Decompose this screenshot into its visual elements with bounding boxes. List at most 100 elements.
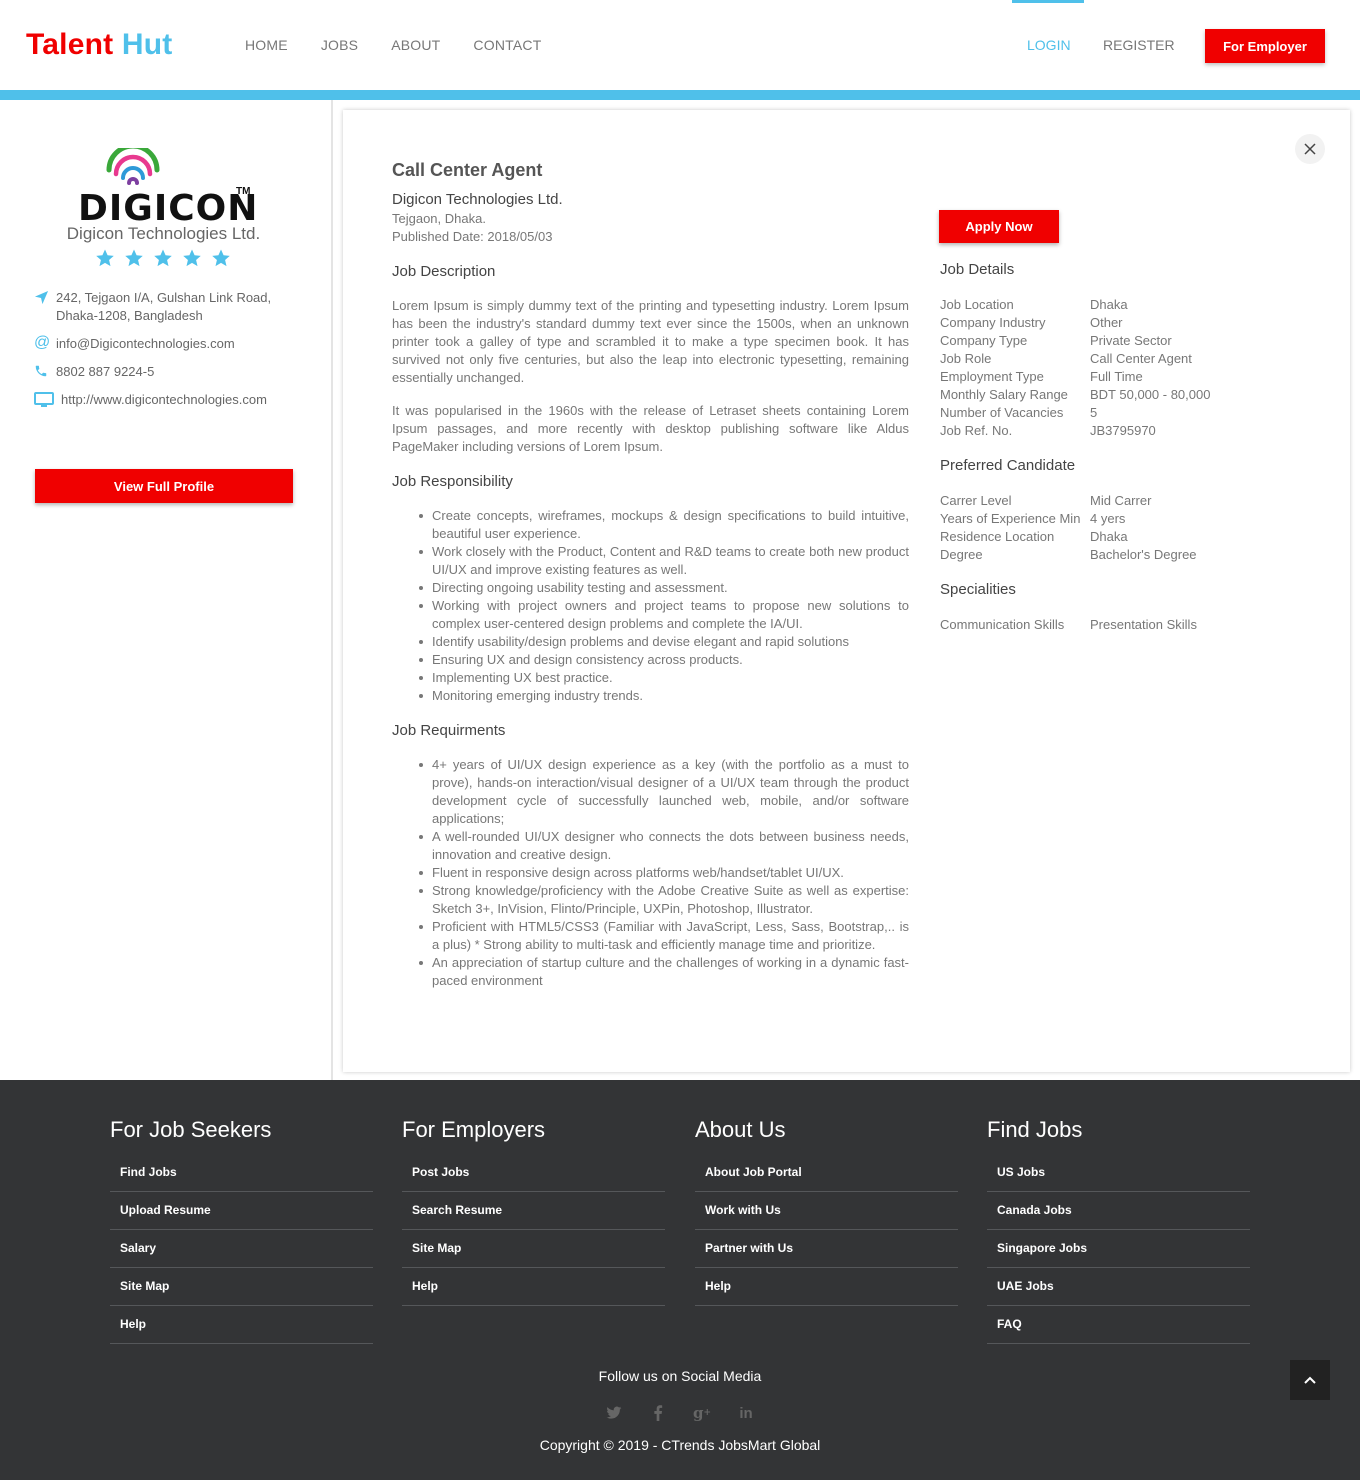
job-company: Digicon Technologies Ltd. bbox=[392, 191, 563, 208]
nav-contact[interactable]: CONTACT bbox=[473, 37, 541, 53]
job-detail-card: Call Center Agent Digicon Technologies L… bbox=[343, 110, 1350, 1072]
close-icon bbox=[1304, 143, 1316, 155]
detail-row: Employment Type Full Time bbox=[940, 368, 1210, 386]
signal-arcs-icon bbox=[106, 148, 160, 185]
register-link[interactable]: REGISTER bbox=[1103, 37, 1175, 53]
for-employer-button[interactable]: For Employer bbox=[1205, 29, 1325, 63]
detail-value: Dhaka bbox=[1090, 297, 1128, 312]
facebook-icon[interactable] bbox=[649, 1404, 667, 1422]
twitter-icon[interactable] bbox=[605, 1404, 623, 1422]
footer-link[interactable]: Site Map bbox=[402, 1230, 665, 1268]
detail-row: Company Industry Other bbox=[940, 314, 1210, 332]
nav-home[interactable]: HOME bbox=[245, 37, 288, 53]
footer-link[interactable]: Site Map bbox=[110, 1268, 373, 1306]
detail-row: Job Ref. No. JB3795970 bbox=[940, 422, 1210, 440]
google-plus-icon[interactable]: g + bbox=[693, 1404, 711, 1422]
login-link[interactable]: LOGIN bbox=[1012, 0, 1084, 90]
speciality-item: Presentation Skills bbox=[1090, 617, 1197, 632]
job-title: Call Center Agent bbox=[392, 160, 543, 180]
footer-link[interactable]: About Job Portal bbox=[695, 1156, 958, 1192]
detail-value: Call Center Agent bbox=[1090, 351, 1192, 366]
view-full-profile-button[interactable]: View Full Profile bbox=[35, 469, 293, 503]
list-item: Identify usability/design problems and d… bbox=[419, 633, 909, 651]
close-button[interactable] bbox=[1295, 134, 1325, 164]
job-details-table: Job Location Dhaka Company Industry Other … bbox=[940, 296, 1210, 440]
footer-column-job-seekers: For Job Seekers Find Jobs Upload Resume … bbox=[110, 1117, 373, 1344]
preferred-key: Degree bbox=[940, 547, 983, 562]
apply-now-button[interactable]: Apply Now bbox=[939, 210, 1059, 243]
nav-about[interactable]: ABOUT bbox=[391, 37, 440, 53]
company-logo-wordmark: DIGICON bbox=[78, 188, 259, 229]
detail-key: Job Role bbox=[940, 351, 992, 366]
footer-link[interactable]: Canada Jobs bbox=[987, 1192, 1250, 1230]
list-item: 4+ years of UI/UX design experience as a… bbox=[419, 757, 909, 826]
list-item: A well-rounded UI/UX designer who connec… bbox=[419, 829, 909, 862]
social-links: g + in bbox=[605, 1404, 755, 1422]
detail-value: 5 bbox=[1090, 405, 1098, 420]
footer-link[interactable]: US Jobs bbox=[987, 1156, 1250, 1192]
job-description-heading: Job Description bbox=[392, 263, 496, 280]
nav-jobs[interactable]: JOBS bbox=[321, 37, 358, 53]
footer-link[interactable]: Salary bbox=[110, 1230, 373, 1268]
main-nav: HOME JOBS ABOUT CONTACT bbox=[245, 37, 574, 53]
company-rating bbox=[95, 248, 231, 268]
star-icon bbox=[125, 249, 143, 267]
footer-link[interactable]: FAQ bbox=[987, 1306, 1250, 1344]
detail-value: Other bbox=[1090, 315, 1123, 330]
preferred-key: Residence Location bbox=[940, 529, 1055, 544]
footer-link[interactable]: Help bbox=[402, 1268, 665, 1306]
detail-key: Number of Vacancies bbox=[940, 405, 1064, 420]
footer-link[interactable]: Help bbox=[695, 1268, 958, 1306]
list-item: Ensuring UX and design consistency acros… bbox=[419, 651, 909, 669]
social-title: Follow us on Social Media bbox=[598, 1368, 762, 1384]
footer-link[interactable]: Partner with Us bbox=[695, 1230, 958, 1268]
list-item: Create concepts, wireframes, mockups & d… bbox=[419, 508, 909, 541]
footer-link[interactable]: Post Jobs bbox=[402, 1156, 665, 1192]
specialities-row: Communication Skills Presentation Skills bbox=[940, 616, 1197, 634]
job-description-paragraph-2: It was popularised in the 1960s with the… bbox=[392, 403, 909, 454]
preferred-value: 4 yers bbox=[1090, 511, 1126, 526]
chevron-up-icon bbox=[1304, 1376, 1316, 1384]
footer-link[interactable]: Work with Us bbox=[695, 1192, 958, 1230]
footer-link[interactable]: Find Jobs bbox=[110, 1156, 373, 1192]
footer-link[interactable]: Upload Resume bbox=[110, 1192, 373, 1230]
detail-key: Company Type bbox=[940, 333, 1028, 348]
company-website: http://www.digicontechnologies.com bbox=[34, 391, 267, 409]
location-arrow-icon bbox=[34, 290, 56, 305]
footer-column-find-jobs: Find Jobs US Jobs Canada Jobs Singapore … bbox=[987, 1117, 1250, 1344]
preferred-key: Carrer Level bbox=[940, 493, 1012, 508]
star-icon bbox=[183, 249, 201, 267]
footer-link[interactable]: Help bbox=[110, 1306, 373, 1344]
website-link[interactable]: http://www.digicontechnologies.com bbox=[61, 391, 267, 409]
brand-logo[interactable]: Talent Hut bbox=[26, 28, 172, 62]
detail-row: Number of Vacancies 5 bbox=[940, 404, 1210, 422]
detail-key: Job Ref. No. bbox=[940, 423, 1013, 438]
brand-logo-part2: Hut bbox=[121, 28, 173, 61]
address-line-1: 242, Tejgaon I/A, Gulshan Link Road, bbox=[56, 290, 272, 305]
footer-link[interactable]: Search Resume bbox=[402, 1192, 665, 1230]
login-label: LOGIN bbox=[1027, 37, 1071, 53]
list-item: An appreciation of startup culture and t… bbox=[419, 955, 909, 988]
job-requirements-heading: Job Requirments bbox=[392, 722, 506, 739]
company-phone: 8802 887 9224-5 bbox=[34, 363, 154, 381]
scroll-to-top-button[interactable] bbox=[1290, 1360, 1330, 1400]
preferred-value: Dhaka bbox=[1090, 529, 1128, 544]
footer-link[interactable]: UAE Jobs bbox=[987, 1268, 1250, 1306]
detail-key: Job Location bbox=[940, 297, 1014, 312]
address-line-2: Dhaka-1208, Bangladesh bbox=[56, 308, 203, 323]
desktop-icon bbox=[34, 392, 61, 408]
footer-column-about: About Us About Job Portal Work with Us P… bbox=[695, 1117, 958, 1306]
linkedin-icon[interactable]: in bbox=[737, 1404, 755, 1422]
preferred-row: Years of Experience Min 4 yers bbox=[940, 510, 1197, 528]
top-header: Talent Hut HOME JOBS ABOUT CONTACT LOGIN… bbox=[0, 0, 1360, 90]
footer-column-title: About Us bbox=[695, 1117, 786, 1142]
detail-key: Monthly Salary Range bbox=[940, 387, 1068, 402]
footer-link[interactable]: Singapore Jobs bbox=[987, 1230, 1250, 1268]
company-email: @ info@Digicontechnologies.com bbox=[34, 334, 235, 353]
detail-row: Job Role Call Center Agent bbox=[940, 350, 1210, 368]
email-text[interactable]: info@Digicontechnologies.com bbox=[56, 335, 235, 353]
detail-key: Company Industry bbox=[940, 315, 1046, 330]
copyright-text: Copyright © 2019 - CTrends JobsMart Glob… bbox=[539, 1437, 821, 1453]
list-item: Directing ongoing usability testing and … bbox=[419, 579, 909, 597]
list-item: Strong knowledge/proficiency with the Ad… bbox=[419, 883, 909, 916]
